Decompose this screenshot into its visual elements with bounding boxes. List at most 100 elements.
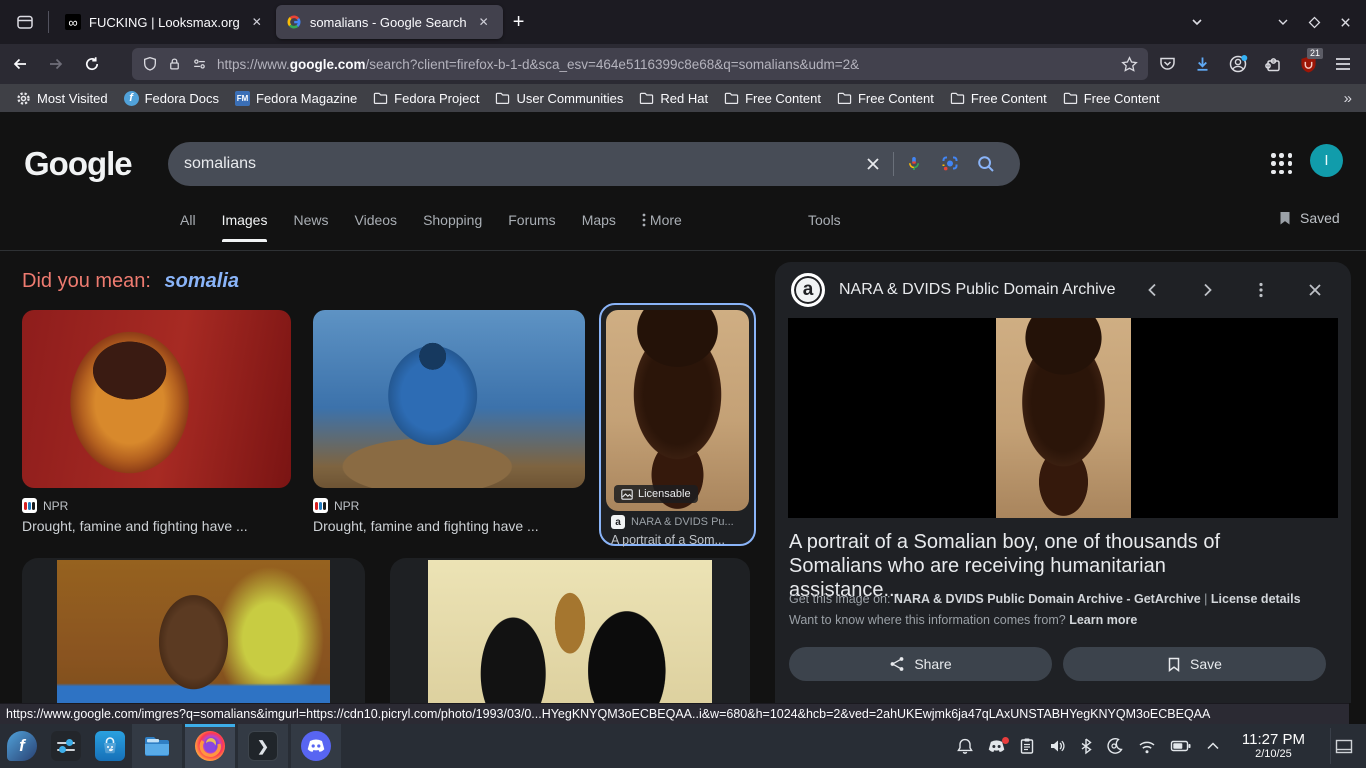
- bookmark-fedora-magazine[interactable]: FM Fedora Magazine: [229, 89, 363, 108]
- tab-videos[interactable]: Videos: [355, 212, 398, 228]
- system-settings-launcher[interactable]: [44, 724, 88, 768]
- bookmark-user-communities[interactable]: User Communities: [489, 89, 629, 108]
- notifications-bell-icon[interactable]: [956, 737, 974, 755]
- microphone-icon: [905, 155, 923, 173]
- tracking-shield-icon[interactable]: [142, 56, 158, 72]
- forward-button[interactable]: [40, 49, 72, 79]
- url-text[interactable]: https://www.google.com/search?client=fir…: [217, 57, 1112, 72]
- firefox-view-button[interactable]: [8, 7, 42, 37]
- list-tabs-icon[interactable]: [1190, 15, 1204, 29]
- source-link[interactable]: NARA & DVIDS Public Domain Archive - Get…: [894, 592, 1201, 606]
- google-apps-grid-button[interactable]: [1268, 150, 1296, 178]
- extensions-puzzle-icon[interactable]: [1264, 55, 1283, 74]
- bookmark-free-content-4[interactable]: Free Content: [1057, 89, 1166, 108]
- tab-more[interactable]: More: [642, 212, 682, 228]
- result-card-5[interactable]: [390, 558, 750, 703]
- wifi-icon[interactable]: [1137, 738, 1157, 755]
- minimize-window-icon[interactable]: [1276, 15, 1290, 29]
- task-file-manager[interactable]: [132, 724, 182, 768]
- result-image-5[interactable]: [428, 560, 712, 703]
- software-store-launcher[interactable]: [88, 724, 132, 768]
- battery-icon[interactable]: [1170, 739, 1192, 753]
- clear-search-button[interactable]: [855, 146, 891, 182]
- tab-google-search[interactable]: somalians - Google Search ✕: [276, 5, 503, 39]
- bookmark-free-content-1[interactable]: Free Content: [718, 89, 827, 108]
- suggestion-link[interactable]: somalia: [165, 270, 239, 292]
- bookmark-free-content-2[interactable]: Free Content: [831, 89, 940, 108]
- reload-button[interactable]: [76, 49, 108, 79]
- saved-button[interactable]: Saved: [1277, 210, 1340, 226]
- learn-more-link[interactable]: Learn more: [1069, 613, 1137, 627]
- new-tab-button[interactable]: +: [503, 9, 535, 36]
- result-card-selected[interactable]: Licensable a NARA & DVIDS Pu... A portra…: [599, 303, 756, 546]
- bookmark-fedora-docs[interactable]: f Fedora Docs: [118, 89, 225, 108]
- next-image-button[interactable]: [1187, 270, 1227, 310]
- back-button[interactable]: [4, 49, 36, 79]
- tab-news[interactable]: News: [293, 212, 328, 228]
- menu-hamburger-icon[interactable]: [1334, 56, 1352, 72]
- tray-expand-chevron-icon[interactable]: [1205, 740, 1221, 752]
- bookmark-most-visited[interactable]: Most Visited: [10, 89, 114, 108]
- result-title[interactable]: Drought, famine and fighting have ...: [313, 518, 593, 534]
- tab-forums[interactable]: Forums: [508, 212, 555, 228]
- clock-widget[interactable]: 11:27 PM 2/10/25: [1242, 731, 1305, 761]
- result-image-3[interactable]: Licensable: [606, 310, 749, 511]
- panel-menu-button[interactable]: [1241, 270, 1281, 310]
- bookmark-fedora-project[interactable]: Fedora Project: [367, 89, 485, 108]
- tab-all[interactable]: All: [180, 212, 196, 228]
- bookmark-red-hat[interactable]: Red Hat: [633, 89, 714, 108]
- discord-tray-icon[interactable]: [987, 739, 1006, 754]
- result-title[interactable]: A portrait of a Som...: [611, 533, 746, 547]
- account-avatar[interactable]: I: [1310, 144, 1343, 177]
- discord-icon: [301, 731, 331, 761]
- ublock-origin-button[interactable]: 21: [1299, 55, 1318, 74]
- downloads-icon[interactable]: [1193, 55, 1212, 73]
- save-button[interactable]: Save: [1063, 647, 1326, 681]
- tab-maps[interactable]: Maps: [582, 212, 616, 228]
- license-details-link[interactable]: License details: [1211, 592, 1301, 606]
- account-button[interactable]: [1228, 54, 1248, 74]
- lock-icon[interactable]: [167, 56, 182, 72]
- voice-search-button[interactable]: [896, 146, 932, 182]
- result-image-2[interactable]: [313, 310, 585, 488]
- panel-source-title[interactable]: NARA & DVIDS Public Domain Archive - Get…: [839, 281, 1119, 299]
- panel-close-button[interactable]: [1295, 270, 1335, 310]
- lens-search-button[interactable]: [932, 146, 968, 182]
- pocket-icon[interactable]: [1158, 55, 1177, 73]
- night-color-icon[interactable]: [1106, 737, 1124, 755]
- tab-close-icon[interactable]: ✕: [475, 13, 493, 31]
- result-card-4[interactable]: [22, 558, 365, 703]
- previous-image-button[interactable]: [1133, 270, 1173, 310]
- tab-close-icon[interactable]: ✕: [248, 13, 266, 31]
- search-box[interactable]: somalians: [168, 142, 1020, 186]
- search-query[interactable]: somalians: [184, 155, 855, 173]
- close-window-icon[interactable]: [1339, 16, 1352, 29]
- task-terminal[interactable]: ❯: [238, 724, 288, 768]
- search-submit-button[interactable]: [968, 146, 1004, 182]
- preview-image[interactable]: [996, 318, 1131, 518]
- share-button[interactable]: Share: [789, 647, 1052, 681]
- bluetooth-icon[interactable]: [1079, 737, 1093, 755]
- show-desktop-button[interactable]: [1330, 728, 1356, 764]
- bookmarks-overflow-chevron[interactable]: »: [1344, 90, 1356, 107]
- task-discord[interactable]: [291, 724, 341, 768]
- clipboard-icon[interactable]: [1019, 737, 1035, 755]
- task-firefox[interactable]: [185, 724, 235, 768]
- result-title[interactable]: Drought, famine and fighting have ...: [22, 518, 302, 534]
- result-source: NARA & DVIDS Pu...: [631, 516, 734, 528]
- tab-images[interactable]: Images: [222, 212, 268, 228]
- nara-favicon: a: [611, 515, 625, 529]
- tab-shopping[interactable]: Shopping: [423, 212, 482, 228]
- tools-button[interactable]: Tools: [808, 212, 841, 228]
- bookmark-free-content-3[interactable]: Free Content: [944, 89, 1053, 108]
- maximize-window-icon[interactable]: [1308, 16, 1321, 29]
- volume-icon[interactable]: [1048, 737, 1066, 755]
- url-bar[interactable]: https://www.google.com/search?client=fir…: [132, 48, 1148, 80]
- permissions-icon[interactable]: [191, 56, 208, 72]
- tab-looksmax[interactable]: ∞ FUCKING | Looksmax.org ✕: [55, 5, 276, 39]
- bookmark-star-icon[interactable]: [1121, 56, 1138, 73]
- fedora-menu-button[interactable]: f: [0, 724, 44, 768]
- result-image-1[interactable]: [22, 310, 291, 488]
- google-logo[interactable]: Google: [24, 145, 132, 183]
- result-image-4[interactable]: [57, 560, 330, 703]
